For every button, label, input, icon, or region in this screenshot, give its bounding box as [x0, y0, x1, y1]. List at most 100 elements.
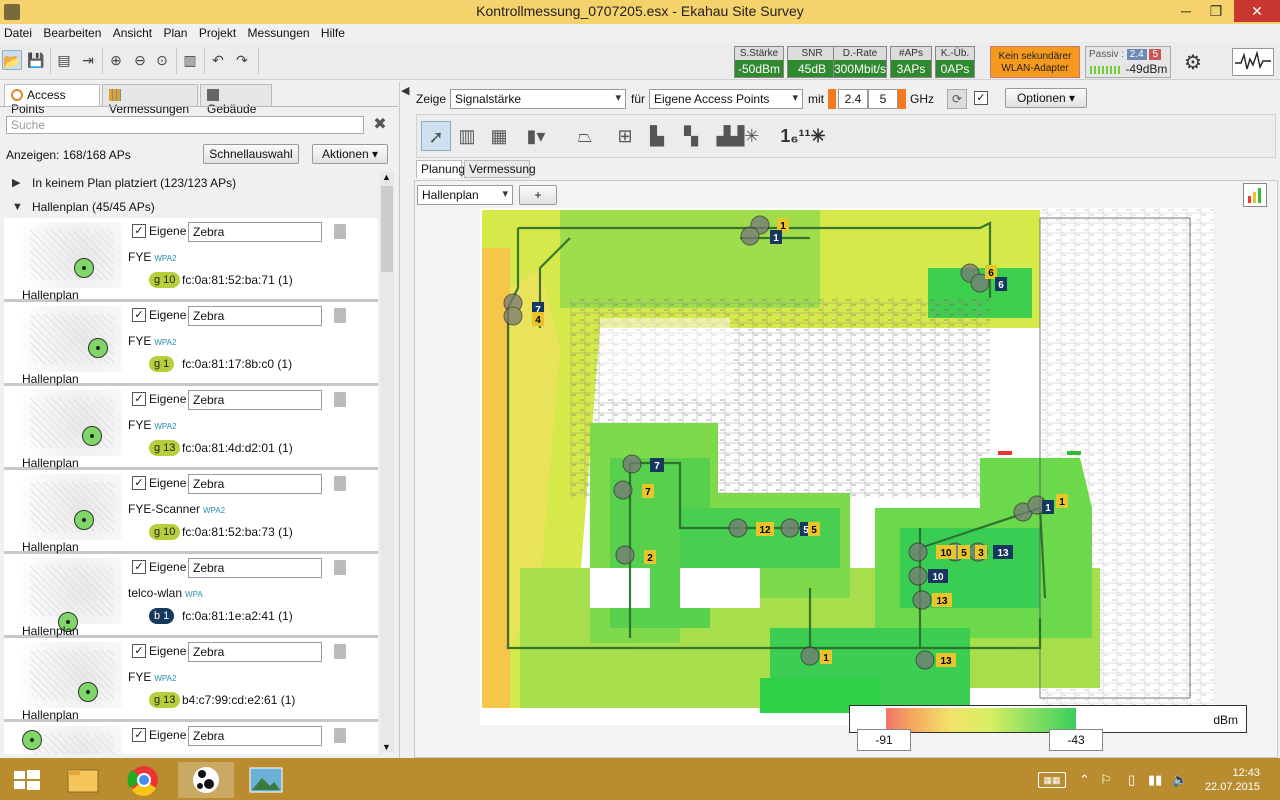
data-rate-stat[interactable]: D.-Rate 300Mbit/s — [833, 46, 887, 78]
gear-icon[interactable]: ⚙ — [1182, 52, 1204, 74]
photo-viewer-icon[interactable] — [238, 762, 294, 798]
start-button[interactable] — [0, 762, 56, 798]
wall-cylinder-icon[interactable]: ▮▾ — [519, 121, 553, 151]
visible-checkbox[interactable]: ✓ — [132, 476, 146, 490]
add-floor-button[interactable]: + — [519, 185, 557, 205]
menu-messungen[interactable]: Messungen — [244, 24, 314, 40]
auto-planner-icon[interactable]: ▟▟✳ — [713, 121, 763, 151]
vendor-field[interactable]: Zebra — [188, 474, 322, 494]
heatmap[interactable]: 1 1 6 6 7 4 7 7 2 12 5 5 1 1 10 5 3 13 1… — [480, 208, 1215, 725]
zoom-out-icon[interactable]: ⊖ — [130, 50, 150, 70]
menu-bearbeiten[interactable]: Bearbeiten — [39, 24, 105, 40]
flag-icon[interactable]: ⚐ — [1100, 772, 1112, 788]
channel-planner-icon[interactable]: 1₆¹¹✳ — [775, 121, 831, 151]
scroll-down-icon[interactable]: ▼ — [382, 742, 391, 752]
file-explorer-icon[interactable] — [56, 762, 112, 798]
redo-icon[interactable]: ↷ — [232, 50, 252, 70]
minimize-button[interactable]: ─ — [1172, 0, 1200, 22]
vendor-field[interactable]: Zebra — [188, 390, 322, 410]
visualization-select[interactable]: Signalstärke — [450, 89, 626, 109]
list-item[interactable]: Hallenplan ✓ Eigene Zebra FYE WPA2 g 10 f… — [4, 218, 378, 302]
scroll-up-icon[interactable]: ▲ — [382, 172, 391, 182]
list-item[interactable]: Hallenplan ✓ Eigene Zebra FYE WPA2 g 13 f… — [4, 386, 378, 470]
document-icon[interactable] — [334, 476, 346, 491]
tab-gebaeude[interactable]: Gebäude — [200, 84, 272, 116]
options-button[interactable]: Optionen ▾ — [1005, 88, 1087, 108]
save-icon[interactable]: 💾 — [26, 50, 46, 70]
collapse-panel-icon[interactable]: ◀ — [401, 84, 409, 97]
document-icon[interactable] — [334, 644, 346, 659]
auto-update-checkbox[interactable]: ✓ — [974, 91, 988, 105]
menu-plan[interactable]: Plan — [159, 24, 191, 40]
area-tool-icon[interactable]: ⊞ — [613, 121, 637, 151]
refresh-icon[interactable]: ⟳ — [947, 89, 967, 109]
clear-search-icon[interactable]: ✖ — [370, 116, 390, 134]
zoom-in-icon[interactable]: ⊕ — [106, 50, 126, 70]
visible-checkbox[interactable]: ✓ — [132, 560, 146, 574]
legend-min-value[interactable]: -91 — [857, 729, 911, 751]
menu-ansicht[interactable]: Ansicht — [109, 24, 156, 40]
wall-brick-icon[interactable]: ▦ — [487, 121, 511, 151]
band-24-toggle[interactable]: 2.4 — [838, 89, 868, 109]
report-icon[interactable]: ▤ — [54, 50, 74, 70]
visible-checkbox[interactable]: ✓ — [132, 644, 146, 658]
wall-drywall-icon[interactable]: ▥ — [455, 121, 479, 151]
menu-hilfe[interactable]: Hilfe — [317, 24, 349, 40]
vendor-field[interactable]: Zebra — [188, 642, 322, 662]
spectrum-icon[interactable] — [1232, 48, 1274, 76]
chrome-icon[interactable] — [116, 762, 172, 798]
menu-projekt[interactable]: Projekt — [195, 24, 240, 40]
select-pointer-icon[interactable]: ➚ — [421, 121, 451, 151]
list-item[interactable]: Hallenplan ✓ Eigene Zebra FYE-Scanner WPA… — [4, 470, 378, 554]
vendor-field[interactable]: Zebra — [188, 222, 322, 242]
no-secondary-adapter-warning[interactable]: Kein sekundärer WLAN-Adapter — [990, 46, 1080, 78]
list-item[interactable]: Hallenplan ✓ Eigene Zebra FYE WPA2 g 1 fc… — [4, 302, 378, 386]
group-hallenplan[interactable]: ▼ Hallenplan (45/45 APs) — [6, 196, 380, 220]
close-button[interactable]: ✕ — [1234, 0, 1280, 22]
list-item[interactable]: Hallenplan ✓ Eigene Zebra telco-wlan WPA … — [4, 554, 378, 638]
zoom-fit-icon[interactable]: ⊙ — [152, 50, 172, 70]
volume-icon[interactable]: 🔈 — [1172, 772, 1188, 788]
ap-list-scrollbar[interactable]: ▲ ▼ — [380, 172, 394, 752]
group-unplaced[interactable]: ▶ In keinem Plan platziert (123/123 APs) — [6, 172, 380, 196]
keyboard-icon[interactable]: ▦▦ — [1038, 772, 1066, 788]
list-item[interactable]: ✓ Eigene Zebra — [4, 722, 378, 754]
document-icon[interactable] — [334, 560, 346, 575]
ekahau-icon[interactable] — [178, 762, 234, 798]
band-5-toggle[interactable]: 5 — [868, 89, 898, 109]
snr-stat[interactable]: SNR 45dB — [787, 46, 837, 78]
passive-scan-status[interactable]: Passiv : 2.4 5 -49dBm — [1085, 46, 1171, 78]
tab-access-points[interactable]: Access Points — [4, 84, 100, 116]
vendor-field[interactable]: Zebra — [188, 726, 322, 746]
clock[interactable]: 12:43 22.07.2015 — [1205, 766, 1260, 794]
quick-select-button[interactable]: Schnellauswahl — [203, 144, 299, 164]
signal-strength-stat[interactable]: S.Stärke -50dBm — [734, 46, 784, 78]
document-icon[interactable] — [334, 308, 346, 323]
aps-stat[interactable]: #APs 3APs — [890, 46, 932, 78]
battery-icon[interactable]: ▯ — [1128, 772, 1135, 788]
actions-button[interactable]: Aktionen ▾ — [312, 144, 388, 164]
access-point-tool-icon[interactable]: ▙ — [645, 121, 669, 151]
visible-checkbox[interactable]: ✓ — [132, 224, 146, 238]
document-icon[interactable] — [334, 392, 346, 407]
floor-plan-canvas[interactable]: Hallenplan + — [414, 180, 1278, 758]
tab-vermessungen[interactable]: Vermessungen — [102, 84, 198, 116]
visible-checkbox[interactable]: ✓ — [132, 728, 146, 742]
legend-max-value[interactable]: -43 — [1049, 729, 1103, 751]
channel-overlap-stat[interactable]: K.-Üb. 0APs — [935, 46, 975, 78]
maximize-button[interactable]: ❐ — [1202, 0, 1230, 22]
search-input[interactable]: Suche — [6, 116, 364, 134]
show-hidden-icons-icon[interactable]: ⌃ — [1079, 772, 1090, 788]
floor-select[interactable]: Hallenplan — [417, 185, 513, 205]
chart-icon[interactable] — [1243, 183, 1267, 207]
list-item[interactable]: Hallenplan ✓ Eigene Zebra FYE WPA2 g 13 b… — [4, 638, 378, 722]
export-icon[interactable]: ⇥ — [78, 50, 98, 70]
open-folder-icon[interactable]: 📂 — [2, 50, 22, 70]
tab-vermessung[interactable]: Vermessung — [464, 160, 536, 178]
attenuation-area-icon[interactable]: ⏢ — [565, 121, 605, 151]
document-icon[interactable] — [334, 728, 346, 743]
document-icon[interactable] — [334, 224, 346, 239]
bar-chart-icon[interactable]: ▥ — [180, 50, 200, 70]
tab-planung[interactable]: Planung — [416, 160, 465, 178]
network-icon[interactable]: ▮▮ — [1148, 772, 1162, 788]
